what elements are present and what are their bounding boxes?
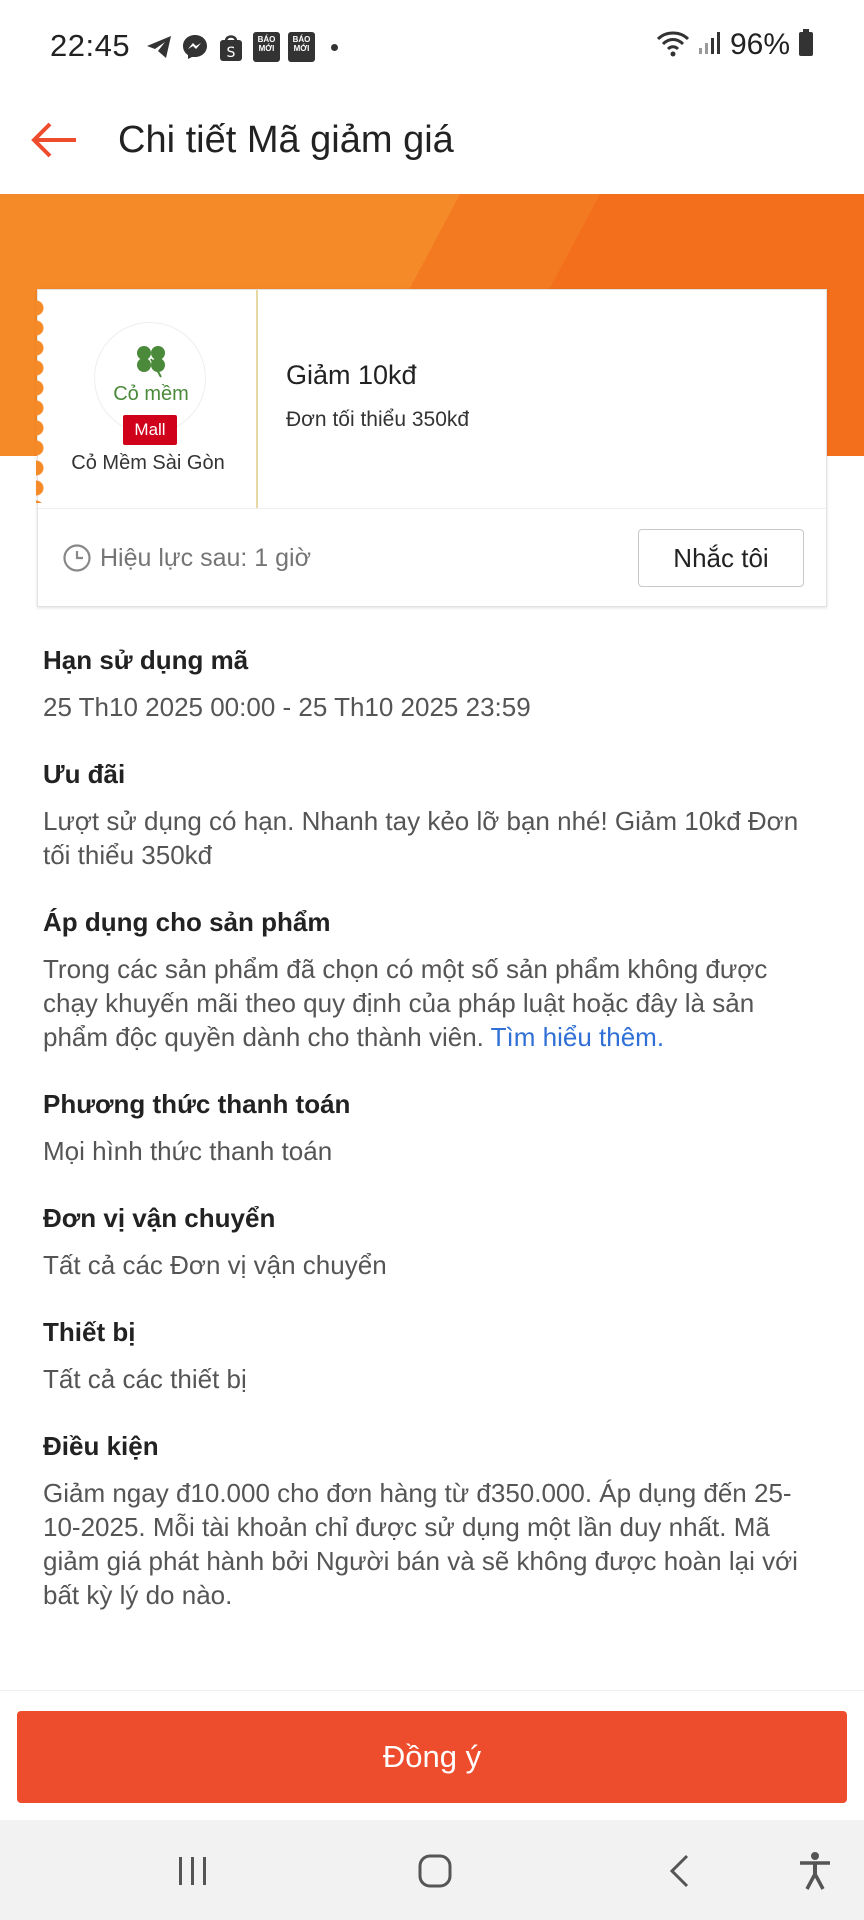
remind-me-button[interactable]: Nhắc tôi (638, 529, 804, 587)
recent-apps-button[interactable] (168, 1846, 218, 1896)
back-button[interactable] (26, 112, 82, 168)
baomoi-icon: BÁO MỚI (253, 32, 280, 62)
shopee-icon: S (217, 33, 245, 61)
messenger-icon (181, 33, 209, 61)
status-bar: 22:45 S BÁO MỚI BÁO MỚI 96% (0, 0, 864, 92)
section-title: Ưu đãi (43, 759, 126, 789)
section-body: Tất cả các thiết bị (43, 1364, 247, 1394)
status-right: 96% (656, 28, 814, 62)
accessibility-icon (800, 1852, 830, 1890)
section-expiry: Hạn sử dụng mã 25 Th10 2025 00:00 - 25 T… (43, 640, 823, 724)
page-title: Chi tiết Mã giảm giá (118, 119, 454, 161)
shop-logo-text: Cỏ mềm (113, 383, 189, 405)
section-title: Thiết bị (43, 1317, 136, 1347)
system-nav-bar (0, 1820, 864, 1920)
section-payment: Phương thức thanh toán Mọi hình thức tha… (43, 1084, 823, 1168)
voucher-title: Giảm 10kđ (286, 360, 417, 390)
learn-more-link[interactable]: Tìm hiểu thêm. (491, 1022, 664, 1052)
app-header: Chi tiết Mã giảm giá (0, 92, 864, 194)
voucher-min-order: Đơn tối thiểu 350kđ (286, 408, 470, 431)
section-body: 25 Th10 2025 00:00 - 25 Th10 2025 23:59 (43, 692, 531, 722)
section-title: Áp dụng cho sản phẩm (43, 907, 331, 937)
recent-apps-icon (179, 1857, 206, 1885)
voucher-details: Hạn sử dụng mã 25 Th10 2025 00:00 - 25 T… (43, 640, 823, 1688)
voucher-validity-row: Hiệu lực sau: 1 giờ Nhắc tôi (38, 508, 828, 608)
back-nav-icon (669, 1854, 689, 1888)
shop-name: Cỏ Mềm Sài Gòn (71, 452, 225, 474)
more-notifications-dot (331, 43, 338, 51)
section-products: Áp dụng cho sản phẩm Trong các sản phẩm … (43, 902, 823, 1054)
home-button[interactable] (410, 1846, 460, 1896)
section-body: Trong các sản phẩm đã chọn có một số sản… (43, 952, 823, 1054)
wifi-icon (656, 29, 690, 62)
section-body: Giảm ngay đ10.000 cho đơn hàng từ đ350.0… (43, 1478, 798, 1610)
back-arrow-icon (31, 122, 76, 158)
section-shipping: Đơn vị vận chuyển Tất cả các Đơn vị vận … (43, 1198, 823, 1282)
bottom-action-bar: Đồng ý (0, 1690, 864, 1820)
agree-button[interactable]: Đồng ý (17, 1711, 847, 1803)
section-title: Đơn vị vận chuyển (43, 1203, 276, 1233)
mall-badge: Mall (123, 415, 177, 445)
section-body: Mọi hình thức thanh toán (43, 1136, 333, 1166)
status-time: 22:45 (50, 28, 131, 63)
clover-icon (137, 346, 165, 378)
home-icon (418, 1854, 452, 1888)
section-title: Điều kiện (43, 1431, 159, 1461)
battery-percent: 96% (729, 28, 790, 61)
section-body: Lượt sử dụng có hạn. Nhanh tay kẻo lỡ bạ… (43, 806, 799, 870)
telegram-icon (145, 33, 173, 61)
validity-text: Hiệu lực sau: 1 giờ (100, 543, 311, 572)
section-conditions: Điều kiện Giảm ngay đ10.000 cho đơn hàng… (43, 1426, 823, 1612)
voucher-shop-panel: Cỏ mềm Mall Cỏ Mềm Sài Gòn (36, 290, 258, 508)
section-offer: Ưu đãi Lượt sử dụng có hạn. Nhanh tay kẻ… (43, 754, 823, 872)
validity: Hiệu lực sau: 1 giờ (62, 543, 311, 573)
notification-icons: S BÁO MỚI BÁO MỚI (145, 30, 338, 64)
section-title: Phương thức thanh toán (43, 1089, 351, 1119)
section-body: Tất cả các Đơn vị vận chuyển (43, 1250, 387, 1280)
svg-text:S: S (227, 45, 236, 61)
signal-icon (698, 30, 722, 61)
accessibility-button[interactable] (790, 1846, 840, 1896)
system-back-button[interactable] (654, 1846, 704, 1896)
section-title: Hạn sử dụng mã (43, 645, 249, 675)
baomoi-icon: BÁO MỚI (288, 32, 315, 62)
voucher-card: Cỏ mềm Mall Cỏ Mềm Sài Gòn Giảm 10kđ Đơn… (36, 289, 828, 608)
battery-icon (798, 28, 814, 62)
clock-icon (63, 544, 91, 572)
section-device: Thiết bị Tất cả các thiết bị (43, 1312, 823, 1396)
